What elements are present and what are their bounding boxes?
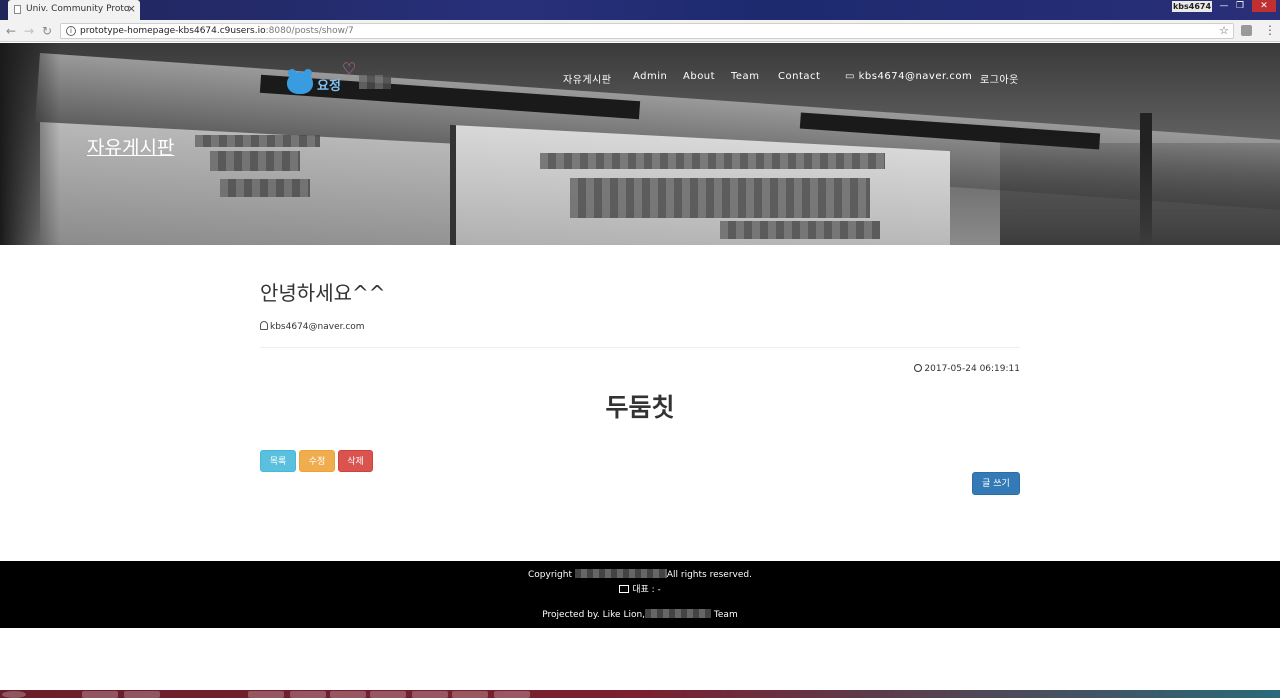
address-bar: ← → ↻ i prototype-homepage-kbs4674.c9use…: [0, 20, 1280, 42]
delete-button[interactable]: 삭제: [338, 450, 373, 472]
nav-contact[interactable]: Contact: [778, 71, 820, 82]
post-title: 안녕하세요^^: [260, 281, 386, 305]
bookmark-star-icon[interactable]: ☆: [1219, 24, 1229, 37]
envelope-icon: [619, 585, 630, 593]
blurred-region: [210, 151, 300, 171]
blurred-region: [574, 569, 667, 578]
post-timestamp: 2017-05-24 06:19:11: [860, 364, 1020, 374]
forward-icon[interactable]: →: [22, 24, 36, 38]
divider: [260, 347, 1020, 348]
url-input[interactable]: i prototype-homepage-kbs4674.c9users.io:…: [60, 23, 1234, 39]
nav-team[interactable]: Team: [731, 71, 759, 82]
taskbar-app-icon[interactable]: [330, 691, 366, 698]
post-body: 두둠칫: [605, 393, 675, 422]
clock-icon: [914, 364, 923, 372]
taskbar-app-icon[interactable]: [370, 691, 406, 698]
blurred-region: [220, 179, 310, 197]
extension-icon[interactable]: [1241, 25, 1252, 36]
taskbar-app-icon[interactable]: [124, 691, 160, 698]
blurred-region: [720, 221, 880, 239]
representative-text: 대표 : -: [632, 585, 661, 595]
hero-title[interactable]: 자유게시판: [87, 133, 174, 160]
footer-copyright: Copyright All rights reserved.: [0, 569, 1280, 580]
browser-tab[interactable]: Univ. Community Proto ×: [8, 0, 140, 20]
edit-button[interactable]: 수정: [299, 450, 335, 472]
tab-title: Univ. Community Proto: [26, 4, 130, 14]
url-host: prototype-homepage-kbs4674.c9users.io: [80, 26, 266, 36]
hero-banner: 요정 ♡ 자유게시판 Admin About Team Contact ▭ kb…: [0, 43, 1280, 245]
taskbar-app-icon[interactable]: [412, 691, 448, 698]
profile-chip[interactable]: kbs4674: [1172, 1, 1212, 12]
footer: Copyright All rights reserved. 대표 : - Pr…: [0, 561, 1280, 628]
user-icon: [260, 321, 268, 330]
post-author: kbs4674@naver.com: [260, 321, 365, 332]
projected-suffix: Team: [713, 610, 738, 620]
url-text: prototype-homepage-kbs4674.c9users.io:80…: [80, 25, 354, 38]
nav-user-email: kbs4674@naver.com: [858, 71, 973, 82]
copyright-prefix: Copyright: [528, 570, 572, 580]
url-path: :8080/posts/show/7: [265, 26, 354, 36]
projected-prefix: Projected by. Like Lion,: [542, 610, 646, 620]
hero-bg-shade: [1000, 143, 1280, 245]
footer-projected: Projected by. Like Lion, Team: [0, 609, 1280, 620]
minimize-icon[interactable]: —: [1216, 0, 1232, 12]
nav-about[interactable]: About: [683, 71, 715, 82]
tab-close-icon[interactable]: ×: [127, 2, 136, 15]
taskbar-app-icon[interactable]: [290, 691, 326, 698]
hero-bg-shade: [0, 43, 60, 245]
list-button[interactable]: 목록: [260, 450, 296, 472]
blurred-region: [570, 178, 870, 218]
taskbar-app-icon[interactable]: [248, 691, 284, 698]
back-icon[interactable]: ←: [4, 24, 18, 38]
restore-icon[interactable]: ❐: [1232, 0, 1248, 12]
bear-logo-icon: [287, 69, 313, 94]
nav-logout[interactable]: 로그아웃: [980, 71, 1019, 86]
author-email: kbs4674@naver.com: [270, 322, 365, 332]
browser-tab-strip: Univ. Community Proto × kbs4674 — ❐ ✕: [0, 0, 1280, 20]
logo-text: 요정: [317, 79, 341, 94]
blurred-region: [195, 135, 320, 147]
info-icon[interactable]: i: [66, 26, 76, 36]
document-icon: [14, 5, 21, 14]
blurred-region: [359, 75, 391, 89]
os-taskbar: [0, 690, 1280, 698]
site-logo[interactable]: 요정 ♡: [287, 59, 397, 95]
write-post-button[interactable]: 글 쓰기: [972, 472, 1020, 495]
blurred-region: [540, 153, 885, 169]
taskbar-app-icon[interactable]: [82, 691, 118, 698]
reload-icon[interactable]: ↻: [40, 24, 54, 38]
copyright-suffix: All rights reserved.: [666, 570, 752, 580]
blurred-region: [645, 609, 712, 618]
start-button-icon[interactable]: [2, 691, 26, 698]
taskbar-app-icon[interactable]: [452, 691, 488, 698]
nav-board[interactable]: 자유게시판: [563, 71, 612, 86]
footer-representative: 대표 : -: [0, 582, 1280, 595]
id-card-icon: ▭: [845, 71, 859, 82]
timestamp-text: 2017-05-24 06:19:11: [924, 364, 1020, 374]
window-close-icon[interactable]: ✕: [1252, 0, 1276, 12]
scribble-logo-icon: ♡: [342, 59, 357, 78]
browser-menu-icon[interactable]: ⋮: [1264, 23, 1276, 37]
taskbar-app-icon[interactable]: [494, 691, 530, 698]
nav-user[interactable]: ▭ kbs4674@naver.com: [845, 71, 972, 82]
nav-admin[interactable]: Admin: [633, 71, 667, 82]
